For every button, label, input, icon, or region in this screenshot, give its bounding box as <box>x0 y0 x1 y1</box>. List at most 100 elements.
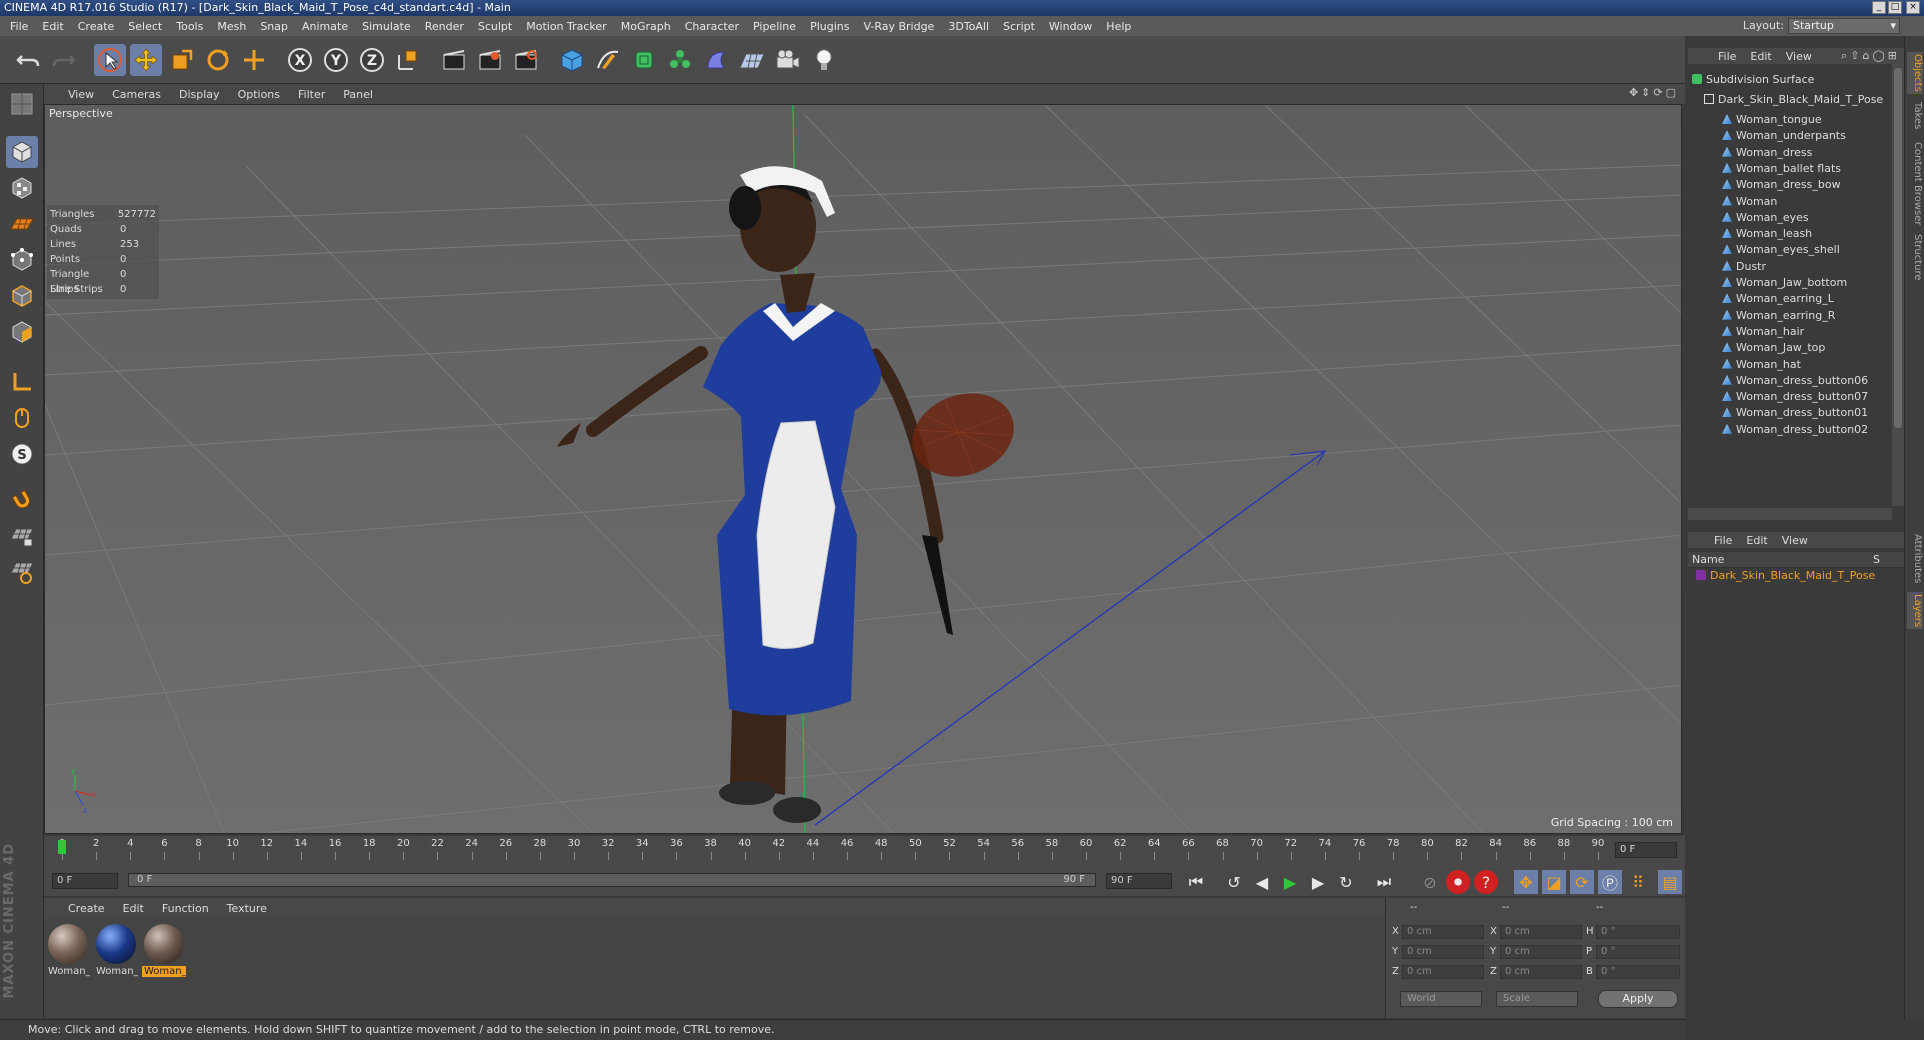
material-menu-function[interactable]: Function <box>162 902 209 915</box>
close-icon[interactable]: × <box>1906 1 1920 14</box>
menu-render[interactable]: Render <box>425 20 464 33</box>
viewport-menu-filter[interactable]: Filter <box>298 88 325 101</box>
menu-vray-bridge[interactable]: V-Ray Bridge <box>863 20 934 33</box>
next-key-button[interactable]: ↻ <box>1334 870 1358 894</box>
menu-select[interactable]: Select <box>128 20 162 33</box>
scrollbar-thumb[interactable] <box>1894 68 1902 428</box>
add-spline-button[interactable] <box>592 44 624 76</box>
locked-workplane-button[interactable] <box>6 520 38 552</box>
record-active-objects-button[interactable]: ⏺ <box>1446 870 1470 894</box>
tab-objects[interactable]: Objects <box>1907 52 1923 94</box>
menu-create[interactable]: Create <box>78 20 115 33</box>
keyframe-selection-button[interactable]: ⊘ <box>1418 870 1442 894</box>
magnet-button[interactable] <box>6 484 38 516</box>
record-parameter-button[interactable]: Ⓟ <box>1598 870 1622 894</box>
menu-pipeline[interactable]: Pipeline <box>753 20 796 33</box>
tree-item-object[interactable]: Woman_dress_button02 <box>1722 420 1868 440</box>
viewport-menu-cameras[interactable]: Cameras <box>112 88 161 101</box>
goto-end-button[interactable]: ⏭ <box>1372 870 1396 894</box>
layer-menu-view[interactable]: View <box>1782 534 1808 547</box>
menu-animate[interactable]: Animate <box>302 20 348 33</box>
viewport-menu-display[interactable]: Display <box>179 88 220 101</box>
goto-start-button[interactable]: ⏮ <box>1184 870 1208 894</box>
record-position-button[interactable]: ✥ <box>1514 870 1538 894</box>
render-view-button[interactable] <box>438 44 470 76</box>
material-swatch[interactable]: Woman_ <box>94 922 138 982</box>
workplane-mode-button[interactable] <box>6 208 38 240</box>
redo-button[interactable] <box>48 44 80 76</box>
polygons-mode-button[interactable] <box>6 316 38 348</box>
timeline-ruler[interactable]: 0246810121416182022242628303234363840424… <box>44 836 1685 866</box>
x-axis-lock-button[interactable]: X <box>284 44 316 76</box>
timeline-window-button[interactable]: ▤ <box>1658 870 1682 894</box>
texture-mode-button[interactable] <box>6 172 38 204</box>
current-frame-field[interactable]: 0 F <box>1615 842 1677 858</box>
move-tool-button[interactable] <box>130 44 162 76</box>
make-editable-button[interactable] <box>6 88 38 120</box>
layer-menu-edit[interactable]: Edit <box>1746 534 1767 547</box>
layer-row[interactable]: Dark_Skin_Black_Maid_T_Pose <box>1696 568 1875 584</box>
previous-frame-button[interactable]: ◀ <box>1250 870 1274 894</box>
pos-z-field[interactable]: 0 cm <box>1402 965 1484 979</box>
end-frame-field[interactable]: 90 F <box>1106 873 1172 889</box>
add-cube-button[interactable] <box>556 44 588 76</box>
rotate-tool-button[interactable] <box>202 44 234 76</box>
menu-sculpt[interactable]: Sculpt <box>478 20 512 33</box>
apply-button[interactable]: Apply <box>1598 990 1678 1008</box>
object-menu-file[interactable]: File <box>1718 50 1736 63</box>
layer-menu-file[interactable]: File <box>1714 534 1732 547</box>
perspective-viewport[interactable]: y x z Perspective Triangles 527772 Quads 0… <box>44 104 1682 834</box>
playhead-marker[interactable] <box>58 840 66 854</box>
points-mode-button[interactable] <box>6 244 38 276</box>
menu-simulate[interactable]: Simulate <box>362 20 411 33</box>
planar-workplane-button[interactable] <box>6 556 38 588</box>
add-environment-button[interactable] <box>736 44 768 76</box>
undo-button[interactable] <box>12 44 44 76</box>
preview-range-slider[interactable]: 0 F 90 F <box>128 873 1096 887</box>
next-frame-button[interactable]: ▶ <box>1306 870 1330 894</box>
tree-item-group[interactable]: Dark_Skin_Black_Maid_T_Pose <box>1704 90 1883 110</box>
tab-takes[interactable]: Takes <box>1907 100 1923 131</box>
menu-tools[interactable]: Tools <box>176 20 203 33</box>
frame-ruler[interactable]: 0246810121416182022242628303234363840424… <box>54 838 1606 862</box>
menu-3dtoall[interactable]: 3DToAll <box>948 20 989 33</box>
material-swatch-selected[interactable]: Woman_ <box>142 922 186 982</box>
rot-p-field[interactable]: 0 ° <box>1596 945 1680 959</box>
pos-x-field[interactable]: 0 cm <box>1402 925 1484 939</box>
layout-dropdown[interactable]: Startup ▾ <box>1788 18 1900 34</box>
object-tree-hscrollbar[interactable] <box>1688 508 1892 520</box>
record-scale-button[interactable]: ◪ <box>1542 870 1566 894</box>
edges-mode-button[interactable] <box>6 280 38 312</box>
menu-snap[interactable]: Snap <box>260 20 288 33</box>
record-point-level-button[interactable]: ⠿ <box>1626 870 1650 894</box>
add-nurbs-button[interactable] <box>628 44 660 76</box>
menu-edit[interactable]: Edit <box>42 20 63 33</box>
add-deformer-button[interactable] <box>700 44 732 76</box>
tab-structure[interactable]: Structure <box>1907 232 1923 283</box>
tab-content-browser[interactable]: Content Browser <box>1907 140 1923 227</box>
maximize-icon[interactable]: □ <box>1888 1 1902 14</box>
viewport-menu-panel[interactable]: Panel <box>343 88 373 101</box>
autokeying-button[interactable]: ? <box>1474 870 1498 894</box>
render-settings-button[interactable] <box>510 44 542 76</box>
add-camera-button[interactable] <box>772 44 804 76</box>
material-menu-edit[interactable]: Edit <box>123 902 144 915</box>
menu-plugins[interactable]: Plugins <box>810 20 849 33</box>
size-z-field[interactable]: 0 cm <box>1500 965 1582 979</box>
z-axis-lock-button[interactable]: Z <box>356 44 388 76</box>
menu-help[interactable]: Help <box>1106 20 1131 33</box>
menu-file[interactable]: File <box>10 20 28 33</box>
recent-tool-button[interactable] <box>238 44 270 76</box>
material-swatch[interactable]: Woman_ <box>46 922 90 982</box>
scale-tool-button[interactable] <box>166 44 198 76</box>
tab-attributes[interactable]: Attributes <box>1907 532 1923 585</box>
menu-script[interactable]: Script <box>1003 20 1035 33</box>
size-y-field[interactable]: 0 cm <box>1500 945 1582 959</box>
axis-mode-button[interactable] <box>6 366 38 398</box>
size-mode-dropdown[interactable]: Scale <box>1496 991 1578 1007</box>
tab-layers[interactable]: Layers <box>1907 592 1923 630</box>
object-manager-tools-icons[interactable]: ⌕⇧⌂◯⊞ <box>1841 49 1900 63</box>
live-selection-button[interactable] <box>94 44 126 76</box>
pos-y-field[interactable]: 0 cm <box>1402 945 1484 959</box>
coordinate-space-dropdown[interactable]: World <box>1400 991 1482 1007</box>
